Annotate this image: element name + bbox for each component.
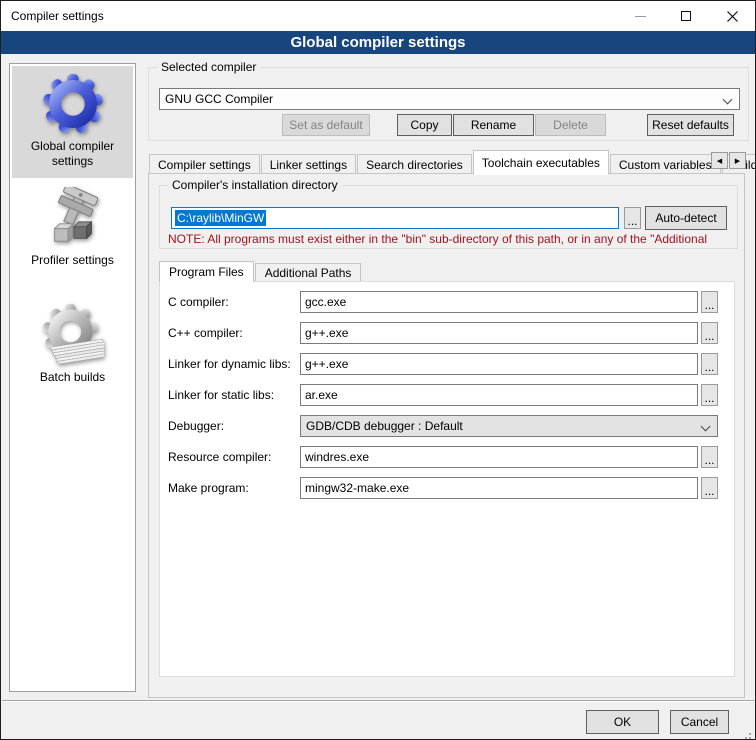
installation-directory-browse-button[interactable]: ...: [624, 207, 641, 229]
linker-static-input[interactable]: [300, 384, 698, 406]
c-compiler-row: C compiler: ...: [160, 291, 734, 313]
ok-button[interactable]: OK: [586, 710, 659, 734]
c-compiler-input[interactable]: [300, 291, 698, 313]
compiler-settings-dialog: Compiler settings Global compiler settin…: [0, 0, 756, 740]
c-compiler-label: C compiler:: [160, 295, 300, 309]
titlebar: Compiler settings: [1, 1, 755, 31]
tab-scroll-left-button[interactable]: ◀: [711, 152, 728, 169]
sidebar-item-label: Global compiler settings: [14, 139, 131, 169]
cancel-button[interactable]: Cancel: [670, 710, 729, 734]
make-program-row: Make program: ...: [160, 477, 734, 499]
tab-custom-variables[interactable]: Custom variables: [610, 154, 721, 174]
sidebar-item-batch-builds[interactable]: Batch builds: [12, 297, 133, 394]
linker-dynamic-input[interactable]: [300, 353, 698, 375]
minimize-button[interactable]: [617, 1, 663, 31]
tab-scroll-buttons: ◀ ▶: [710, 152, 746, 169]
sidebar-item-profiler-settings[interactable]: Profiler settings: [12, 180, 133, 277]
make-program-input[interactable]: [300, 477, 698, 499]
installation-directory-input[interactable]: C:\raylib\MinGW: [171, 207, 619, 229]
debugger-label: Debugger:: [160, 419, 300, 433]
subtab-additional-paths[interactable]: Additional Paths: [255, 263, 362, 282]
tab-compiler-settings[interactable]: Compiler settings: [149, 154, 260, 174]
bin-subdirectory-note: NOTE: All programs must exist either in …: [168, 232, 732, 246]
resource-compiler-browse-button[interactable]: ...: [701, 446, 718, 468]
chevron-down-icon: [723, 95, 733, 105]
debugger-dropdown[interactable]: GDB/CDB debugger : Default: [300, 415, 718, 437]
resize-grip[interactable]: [749, 733, 751, 735]
gray-gear-papers-icon: [42, 304, 104, 366]
chevron-down-icon: [701, 422, 711, 432]
resource-compiler-input[interactable]: [300, 446, 698, 468]
settings-tab-strip: Compiler settings Linker settings Search…: [149, 148, 756, 174]
auto-detect-button[interactable]: Auto-detect: [645, 206, 727, 230]
linker-static-browse-button[interactable]: ...: [701, 384, 718, 406]
tab-scroll-right-icon: ▶: [735, 157, 740, 165]
footer-separator: [2, 700, 754, 702]
tab-scroll-right-button[interactable]: ▶: [729, 152, 746, 169]
c-compiler-browse-button[interactable]: ...: [701, 291, 718, 313]
selected-compiler-value: GNU GCC Compiler: [165, 92, 273, 106]
cpp-compiler-row: C++ compiler: ...: [160, 322, 734, 344]
set-as-default-button[interactable]: Set as default: [282, 114, 370, 136]
linker-dynamic-browse-button[interactable]: ...: [701, 353, 718, 375]
linker-static-row: Linker for static libs: ...: [160, 384, 734, 406]
linker-dynamic-row: Linker for dynamic libs: ...: [160, 353, 734, 375]
window-title: Compiler settings: [1, 9, 617, 23]
settings-category-sidebar: Global compiler settings: [9, 63, 136, 692]
rename-button[interactable]: Rename: [453, 114, 534, 136]
tab-toolchain-executables[interactable]: Toolchain executables: [473, 150, 609, 175]
cpp-compiler-label: C++ compiler:: [160, 326, 300, 340]
maximize-button[interactable]: [663, 1, 709, 31]
installation-directory-selected-text: C:\raylib\MinGW: [175, 210, 266, 226]
reset-defaults-button[interactable]: Reset defaults: [647, 114, 734, 136]
sidebar-spacer: [10, 279, 135, 295]
maximize-icon: [681, 11, 691, 21]
cpp-compiler-input[interactable]: [300, 322, 698, 344]
close-icon: [727, 11, 738, 22]
blue-gear-icon: [42, 73, 104, 135]
debugger-value: GDB/CDB debugger : Default: [306, 419, 463, 433]
page-title: Global compiler settings: [1, 31, 755, 54]
tab-scroll-left-icon: ◀: [717, 157, 722, 165]
tab-search-directories[interactable]: Search directories: [357, 154, 472, 174]
make-program-label: Make program:: [160, 481, 300, 495]
cpp-compiler-browse-button[interactable]: ...: [701, 322, 718, 344]
copy-button[interactable]: Copy: [397, 114, 452, 136]
sidebar-item-label: Profiler settings: [31, 253, 114, 268]
installation-directory-group-label: Compiler's installation directory: [168, 178, 342, 192]
toolchain-executables-page: Compiler's installation directory C:\ray…: [148, 173, 745, 698]
close-button[interactable]: [709, 1, 755, 31]
selected-compiler-group: Selected compiler GNU GCC Compiler Set a…: [148, 67, 749, 141]
debugger-row: Debugger: GDB/CDB debugger : Default: [160, 415, 734, 437]
resource-compiler-label: Resource compiler:: [160, 450, 300, 464]
selected-compiler-group-label: Selected compiler: [157, 60, 260, 74]
linker-dynamic-label: Linker for dynamic libs:: [160, 357, 300, 371]
tab-linker-settings[interactable]: Linker settings: [261, 154, 356, 174]
installation-directory-group: Compiler's installation directory C:\ray…: [159, 185, 738, 249]
sidebar-item-global-compiler-settings[interactable]: Global compiler settings: [12, 66, 133, 178]
linker-static-label: Linker for static libs:: [160, 388, 300, 402]
selected-compiler-dropdown[interactable]: GNU GCC Compiler: [159, 88, 740, 110]
resource-compiler-row: Resource compiler: ...: [160, 446, 734, 468]
delete-button[interactable]: Delete: [535, 114, 606, 136]
caliper-icon: [42, 187, 104, 249]
minimize-icon: [635, 16, 646, 17]
make-program-browse-button[interactable]: ...: [701, 477, 718, 499]
program-files-page: C compiler: ... C++ compiler: ... Linker…: [159, 281, 735, 677]
subtab-program-files[interactable]: Program Files: [159, 261, 254, 283]
program-files-tab-strip: Program Files Additional Paths: [159, 259, 362, 282]
sidebar-item-label: Batch builds: [40, 370, 105, 385]
